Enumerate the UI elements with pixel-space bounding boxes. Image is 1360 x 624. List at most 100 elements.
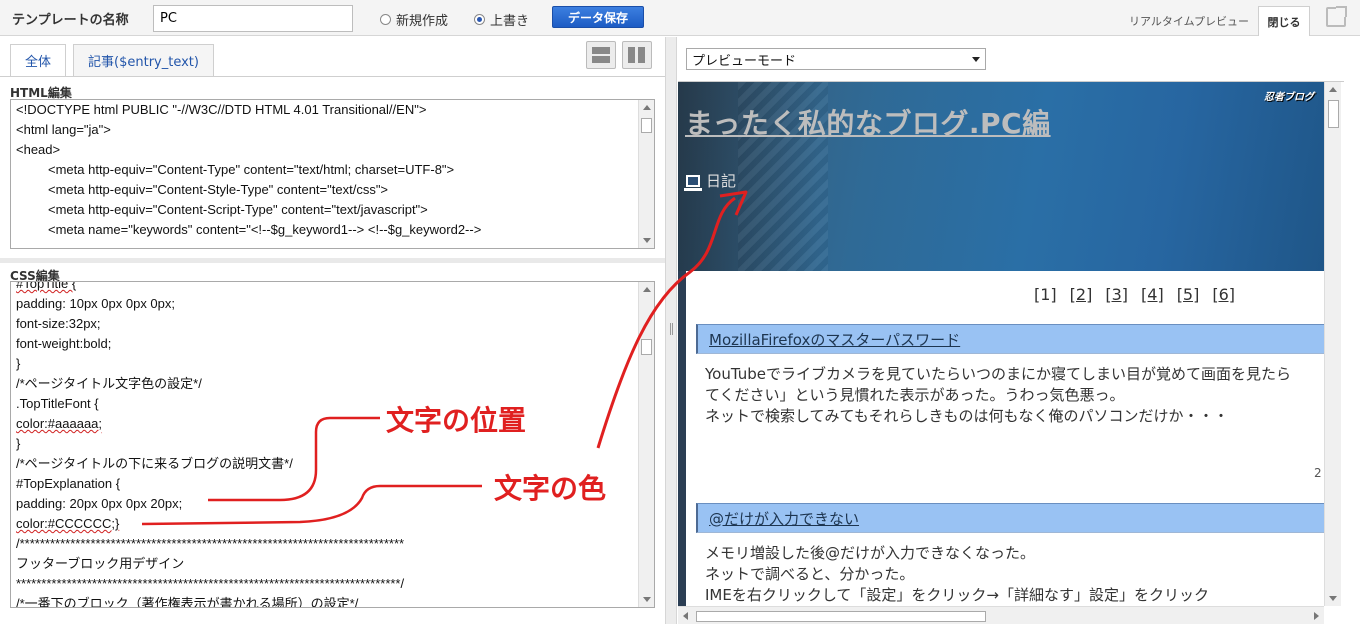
scroll-up-arrow-icon[interactable] (643, 287, 651, 292)
css-editor-scrollbar[interactable] (638, 282, 654, 607)
css-editor[interactable]: #TopTitle { padding: 10px 0px 0px 0px; fon… (10, 281, 655, 608)
code-line: <html lang="ja"> (11, 120, 654, 140)
layout-vertical-icon-part (638, 47, 645, 63)
preview-vertical-scrollbar[interactable] (1324, 82, 1341, 606)
scroll-thumb[interactable] (641, 118, 652, 133)
computer-icon (684, 174, 702, 191)
code-line-text: font-weight:bold; (16, 336, 112, 351)
template-name-label: テンプレートの名称 (12, 13, 129, 28)
preview-frame: 忍者ブログ まったく私的なブログ.PC編 日記 [1] [2] [3] [4] … (678, 81, 1344, 624)
entry-line: ネットで検索してみてもそれらしきものは何もなく俺のパソコンだけか・・・ (705, 407, 1229, 425)
code-line: /*一番下のブロック（著作権表示が書かれる場所）の設定*/ (11, 594, 654, 607)
code-line-text: #TopTitle { (16, 281, 77, 291)
entry-title-1[interactable]: MozillaFirefoxのマスターパスワード (696, 324, 1324, 354)
code-line-text: padding: 20px 0px 0px 20px; (16, 496, 183, 511)
popout-icon[interactable] (1326, 6, 1347, 27)
entry-body-1: YouTubeでライブカメラを見ていたらいつのまにか寝てしまい目が覚めて画面を見… (705, 364, 1324, 427)
pane-divider[interactable] (0, 258, 665, 263)
scroll-right-arrow-icon[interactable] (1314, 612, 1319, 620)
scroll-thumb[interactable] (696, 611, 986, 622)
radio-overwrite[interactable]: 上書き (474, 10, 529, 29)
page-link[interactable]: [2] (1070, 285, 1093, 304)
blog-header: 忍者ブログ まったく私的なブログ.PC編 日記 (678, 82, 1324, 271)
scroll-thumb[interactable] (1328, 100, 1339, 128)
html-editor[interactable]: <!DOCTYPE html PUBLIC "-//W3C//DTD HTML … (10, 99, 655, 249)
entry-body-2: メモリ増設した後@だけが入力できなくなった。 ネットで調べると、分かった。 IM… (705, 543, 1324, 606)
page-link[interactable]: [5] (1177, 285, 1200, 304)
page-link-current[interactable]: [1] (1034, 285, 1057, 304)
layout-horizontal-button[interactable] (586, 41, 616, 69)
entry-line: YouTubeでライブカメラを見ていたらいつのまにか寝てしまい目が覚めて画面を見… (705, 365, 1291, 383)
tab-entry-text[interactable]: 記事($entry_text) (73, 44, 214, 76)
preview-pane: プレビューモード 忍者ブログ まったく私的なブログ.PC編 日記 [1] [2]… (678, 37, 1360, 624)
code-line: <meta name="keywords" content="<!--$g_ke… (11, 220, 654, 240)
code-line: color:#aaaaaa; (11, 414, 654, 434)
code-line: /***************************************… (11, 534, 654, 554)
code-line-text: /***************************************… (16, 536, 405, 551)
scroll-down-arrow-icon[interactable] (643, 238, 651, 243)
code-line-text: <meta http-equiv="Content-Script-Type" c… (48, 202, 428, 217)
entry-line: ネットで調べると、分かった。 (705, 565, 915, 583)
entry-date-1: 2 (1314, 466, 1322, 480)
annotation-label-color: 文字の色 (494, 472, 607, 505)
blog-description: 日記 (684, 170, 736, 191)
code-line-text: /*ページタイトルの下に来るブログの説明文書*/ (16, 456, 293, 471)
code-line-text: font-size:32px; (16, 316, 101, 331)
code-line: <!DOCTYPE html PUBLIC "-//W3C//DTD HTML … (11, 100, 654, 120)
html-editor-scrollbar[interactable] (638, 100, 654, 248)
code-line: font-size:32px; (11, 314, 654, 334)
pane-splitter[interactable] (665, 37, 677, 624)
tab-close[interactable]: 閉じる (1258, 6, 1310, 36)
editor-tabs: 全体 記事($entry_text) (10, 44, 221, 76)
entry-line: てください」という見慣れた表示があった。うわっ気色悪っ。 (705, 386, 1125, 404)
code-line-text: <meta name="keywords" content="<!--$g_ke… (48, 222, 482, 237)
code-line-text: <meta http-equiv="Content-Type" content=… (48, 162, 455, 177)
scroll-down-arrow-icon[interactable] (1329, 596, 1337, 601)
save-data-button[interactable]: データ保存 (552, 6, 644, 28)
layout-vertical-icon (628, 47, 635, 63)
scroll-up-arrow-icon[interactable] (643, 105, 651, 110)
code-line-text: <!DOCTYPE html PUBLIC "-//W3C//DTD HTML … (16, 102, 427, 117)
code-line-text: .TopTitleFont { (16, 396, 99, 411)
code-line-text: padding: 10px 0px 0px 0px; (16, 296, 176, 311)
radio-new-label: 新規作成 (396, 14, 449, 29)
layout-vertical-button[interactable] (622, 41, 652, 69)
tab-realtime-preview[interactable]: リアルタイムプレビュー (1124, 6, 1254, 35)
code-line-text: } (16, 356, 21, 371)
code-line: <meta http-equiv="Content-Script-Type" c… (11, 200, 654, 220)
code-line: .TopTitleFont { (11, 394, 654, 414)
radio-new[interactable]: 新規作成 (380, 10, 448, 29)
code-line: color:#CCCCCC;} (11, 514, 654, 534)
code-line-text: フッターブロック用デザイン (16, 556, 185, 571)
code-line-text: color:#CCCCCC;} (16, 516, 120, 531)
html-code-lines: <!DOCTYPE html PUBLIC "-//W3C//DTD HTML … (11, 100, 654, 240)
template-name-input[interactable] (153, 5, 353, 32)
entry-title-2[interactable]: @だけが入力できない (696, 503, 1324, 533)
blog-title[interactable]: まったく私的なブログ.PC編 (685, 102, 1051, 142)
ninja-blog-logo[interactable]: 忍者ブログ (1264, 88, 1314, 103)
page-link[interactable]: [3] (1105, 285, 1128, 304)
entry-line: メモリ増設した後@だけが入力できなくなった。 (705, 544, 1036, 562)
scroll-up-arrow-icon[interactable] (1329, 87, 1337, 92)
radio-overwrite-circle[interactable] (474, 14, 485, 25)
scroll-down-arrow-icon[interactable] (643, 597, 651, 602)
preview-horizontal-scrollbar[interactable] (678, 606, 1324, 624)
radio-new-circle[interactable] (380, 14, 391, 25)
page-link[interactable]: [6] (1212, 285, 1235, 304)
scroll-left-arrow-icon[interactable] (683, 612, 688, 620)
code-line-text: ****************************************… (16, 576, 405, 591)
code-line-text: } (16, 436, 21, 451)
tab-all[interactable]: 全体 (10, 44, 67, 76)
top-toolbar: テンプレートの名称 新規作成 上書き データ保存 リアルタイムプレビュー 閉じる (0, 0, 1360, 36)
preview-mode-select[interactable]: プレビューモード (686, 48, 986, 70)
scroll-thumb[interactable] (641, 339, 652, 355)
layout-horizontal-icon-part (592, 56, 610, 63)
entry-line: IMEを右クリックして「設定」をクリック→「詳細なす」設定」をクリック (705, 586, 1209, 604)
preview-mode-value: プレビューモード (692, 53, 797, 69)
page-link[interactable]: [4] (1141, 285, 1164, 304)
code-line-text: <html lang="ja"> (16, 122, 111, 137)
code-line: padding: 10px 0px 0px 0px; (11, 294, 654, 314)
code-line-text: color:#aaaaaa; (16, 416, 103, 431)
splitter-grip-icon[interactable] (670, 323, 673, 335)
code-line-text: <meta http-equiv="Content-Style-Type" co… (48, 182, 389, 197)
